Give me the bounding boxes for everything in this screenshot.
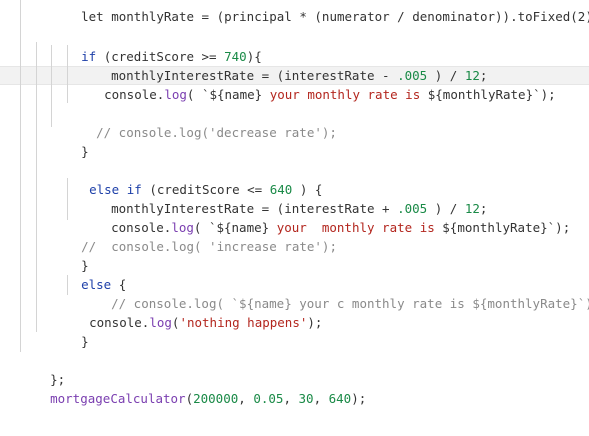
- code-text: ${monthlyRate}`);: [427, 87, 556, 102]
- code-text: );: [307, 315, 323, 330]
- function-name: log: [164, 87, 187, 102]
- code-text: let monthlyRate = (principal * (numerato…: [81, 9, 589, 24]
- string: your monthly rate is: [269, 87, 428, 102]
- code-line: let monthlyRate = (principal * (numerato…: [51, 0, 589, 24]
- code-line: if (creditScore >= 740){: [51, 28, 262, 64]
- brace: }: [81, 334, 89, 349]
- code-text: console.: [104, 87, 165, 102]
- comment: // console.log( 'increase rate');: [81, 239, 337, 254]
- code-text: ${monthlyRate}`);: [442, 220, 571, 235]
- number: 200000: [193, 391, 239, 406]
- code-text: );: [351, 391, 367, 406]
- code-line: // console.log( 'increase rate');: [51, 218, 337, 254]
- code-line: console.log( `${name} your monthly rate …: [81, 199, 570, 235]
- code-line: monthlyInterestRate = (interestRate + .0…: [81, 180, 487, 216]
- code-line: };: [20, 351, 65, 387]
- indent-guide: [36, 42, 37, 332]
- code-line: else if (creditScore <= 640 ) {: [59, 161, 322, 197]
- code-line: // console.log( `${name} your c monthly …: [81, 275, 589, 311]
- number: 640: [328, 391, 352, 406]
- code-line: }: [51, 313, 89, 349]
- code-line: // console.log('decrease rate');: [66, 104, 337, 140]
- code-text: ( `${name}: [186, 87, 270, 102]
- number: 30: [298, 391, 314, 406]
- code-line: }: [51, 123, 89, 159]
- code-text: console.: [89, 315, 150, 330]
- indent-guide: [20, 0, 21, 352]
- code-text: (: [185, 391, 194, 406]
- code-line: else {: [51, 256, 126, 292]
- code-text: ,: [283, 391, 299, 406]
- code-text: ,: [238, 391, 254, 406]
- code-text: ,: [313, 391, 329, 406]
- string: 'nothing happens': [179, 315, 308, 330]
- function-name: mortgageCalculator: [50, 391, 186, 406]
- brace: }: [81, 144, 89, 159]
- code-line-current[interactable]: console.log( `${name} your monthly rate …: [74, 66, 556, 102]
- comment: // console.log('decrease rate');: [96, 125, 337, 140]
- code-editor[interactable]: let monthlyRate = (principal * (numerato…: [0, 0, 589, 436]
- code-line: console.log('nothing happens');: [59, 294, 322, 330]
- function-name: log: [149, 315, 172, 330]
- number: 0.05: [253, 391, 284, 406]
- code-line: mortgageCalculator(200000, 0.05, 30, 640…: [20, 370, 366, 406]
- code-line: }: [51, 237, 89, 273]
- code-line: monthlyInterestRate = (interestRate - .0…: [81, 47, 487, 83]
